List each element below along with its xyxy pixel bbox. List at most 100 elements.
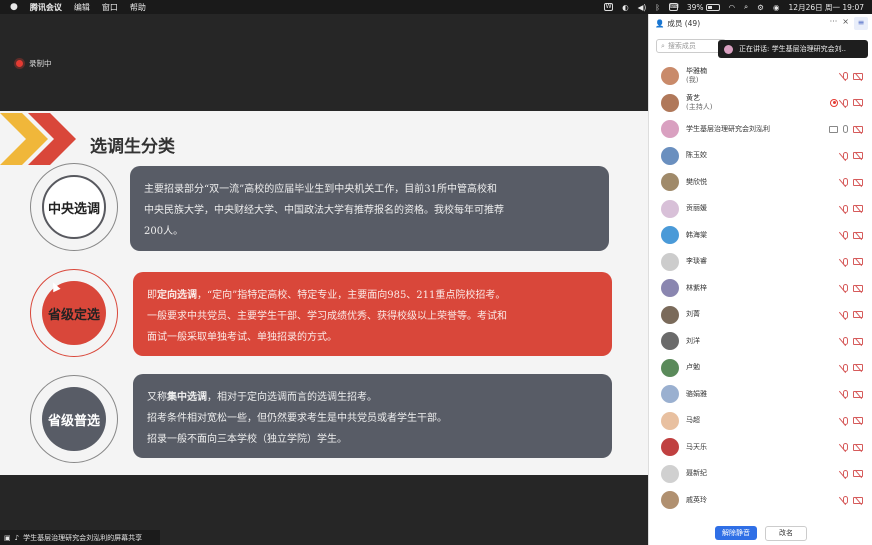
member-name: 陈玉姣 [686,151,707,160]
camera-off-icon[interactable] [853,443,863,451]
wechat-icon[interactable]: ◐ [622,3,629,12]
mic-on-icon[interactable] [843,125,848,134]
camera-off-icon[interactable] [853,125,863,133]
camera-off-icon[interactable] [853,99,863,107]
mic-muted-icon[interactable] [843,416,848,425]
menu-item-window[interactable]: 窗口 [102,2,118,13]
camera-off-icon[interactable] [853,337,863,345]
member-row[interactable]: 李琰睿 [649,249,872,276]
clock[interactable]: 12月26日 周一 19:07 [789,2,864,13]
mic-muted-icon[interactable] [843,72,848,81]
avatar [661,199,679,218]
mic-muted-icon[interactable] [843,257,848,266]
camera-off-icon[interactable] [853,284,863,292]
member-row[interactable]: 樊欣悦 [649,169,872,196]
camera-off-icon[interactable] [853,205,863,213]
camera-off-icon[interactable] [853,470,863,478]
member-row[interactable]: 戚英玲 [649,487,872,514]
mic-muted-icon[interactable] [843,390,848,399]
member-name-block: 马天乐 [686,443,707,452]
screen-icon: ▣ [4,533,11,542]
camera-off-icon[interactable] [853,231,863,239]
battery-status[interactable]: 39% [687,3,720,12]
menu-item-help[interactable]: 帮助 [130,2,146,13]
text-line: 面试一般采取单独考试、单独招录的方式。 [147,332,337,343]
camera-off-icon[interactable] [853,178,863,186]
camera-off-icon[interactable] [853,496,863,504]
mic-muted-icon[interactable] [843,231,848,240]
member-status-icons [830,90,863,117]
control-center-icon[interactable]: ⚙ [757,3,764,12]
text-line: 招考条件相对宽松一些，但仍然要求考生是中共党员或者学生干部。 [147,413,447,424]
mic-muted-icon[interactable] [843,151,848,160]
mic-muted-icon[interactable] [843,443,848,452]
mic-muted-icon[interactable] [843,310,848,319]
member-name: 卢勉 [686,363,700,372]
mic-muted-icon[interactable] [843,363,848,372]
mic-muted-icon[interactable] [843,98,848,107]
wps-icon[interactable]: W [604,3,614,11]
apple-icon[interactable]: ● [10,2,18,12]
volume-icon[interactable]: ◀) [638,3,647,12]
screen-share-status-bar[interactable]: ▣ ♪ 学生基层治理研究会刘泓利的屏幕共享 [0,530,160,545]
avatar [661,279,679,298]
avatar [661,305,679,324]
member-row[interactable]: 毕雅楠 (我) [649,63,872,90]
camera-off-icon[interactable] [853,311,863,319]
close-button[interactable]: × [842,17,849,30]
wifi-icon[interactable]: ◠ [729,3,736,12]
camera-off-icon[interactable] [853,364,863,372]
member-row[interactable]: 聂新纪 [649,461,872,488]
siri-icon[interactable]: ◉ [773,3,780,12]
battery-icon [705,3,720,11]
speaker-avatar [724,44,733,54]
avatar [661,385,679,404]
member-row[interactable]: 黄艺 (主持人) [649,90,872,117]
member-row[interactable]: 韩海棠 [649,222,872,249]
member-row[interactable]: 陈玉姣 [649,143,872,170]
more-button[interactable]: ··· [830,17,838,30]
bluetooth-icon[interactable]: ᛒ [655,3,660,12]
keyboard-icon[interactable]: ⌨ [668,3,679,11]
mic-muted-icon[interactable] [843,469,848,478]
panel-toggle-button[interactable]: ≡ [854,17,868,30]
menu-app-name[interactable]: 腾讯会议 [30,2,62,13]
menu-item-edit[interactable]: 编辑 [74,2,90,13]
member-role: (我) [686,76,699,85]
member-row[interactable]: 刘洋 [649,328,872,355]
panel-header: 👤 成员 (49) ··· × ≡ [649,14,872,32]
text-line: 主要招录部分“双一流”高校的应届毕业生到中央机关工作，目前31所中管高校和 [144,184,497,195]
member-status-icons [843,434,863,461]
avatar [661,358,679,377]
member-row[interactable]: 骆娟雅 [649,381,872,408]
member-name: 刘洋 [686,336,700,345]
camera-off-icon[interactable] [853,258,863,266]
text-prefix: 即 [147,290,157,301]
camera-off-icon[interactable] [853,390,863,398]
member-row[interactable]: 学生基层治理研究会刘泓利 [649,116,872,143]
battery-percent: 39% [686,2,704,12]
member-search-input[interactable]: ⌕ 搜索成员 [656,39,726,53]
members-panel: 👤 成员 (49) ··· × ≡ ⌕ 搜索成员 正在讲话: 学生基层治理研究会… [648,14,872,545]
member-row[interactable]: 马超 [649,408,872,435]
member-status-icons [843,302,863,329]
unmute-all-button[interactable]: 解除静音 [715,526,757,540]
presentation-slide: 选调生分类 中央选调 主要招录部分“双一流”高校的应届毕业生到中央机关工作，目前… [0,111,648,475]
member-row[interactable]: 卢勉 [649,355,872,382]
search-icon[interactable]: ⌕ [744,2,748,12]
rename-button[interactable]: 改名 [765,525,807,541]
mic-muted-icon[interactable] [843,337,848,346]
mic-muted-icon[interactable] [843,204,848,213]
mic-muted-icon[interactable] [843,178,848,187]
member-row[interactable]: 贡丽媛 [649,196,872,223]
member-row[interactable]: 刘菁 [649,302,872,329]
mic-muted-icon[interactable] [843,284,848,293]
mic-muted-icon[interactable] [843,496,848,505]
member-name-block: 卢勉 [686,363,700,372]
camera-off-icon[interactable] [853,152,863,160]
member-row[interactable]: 马天乐 [649,434,872,461]
member-role: (主持人) [686,102,713,111]
member-row[interactable]: 林紫梓 [649,275,872,302]
camera-off-icon[interactable] [853,72,863,80]
camera-off-icon[interactable] [853,417,863,425]
